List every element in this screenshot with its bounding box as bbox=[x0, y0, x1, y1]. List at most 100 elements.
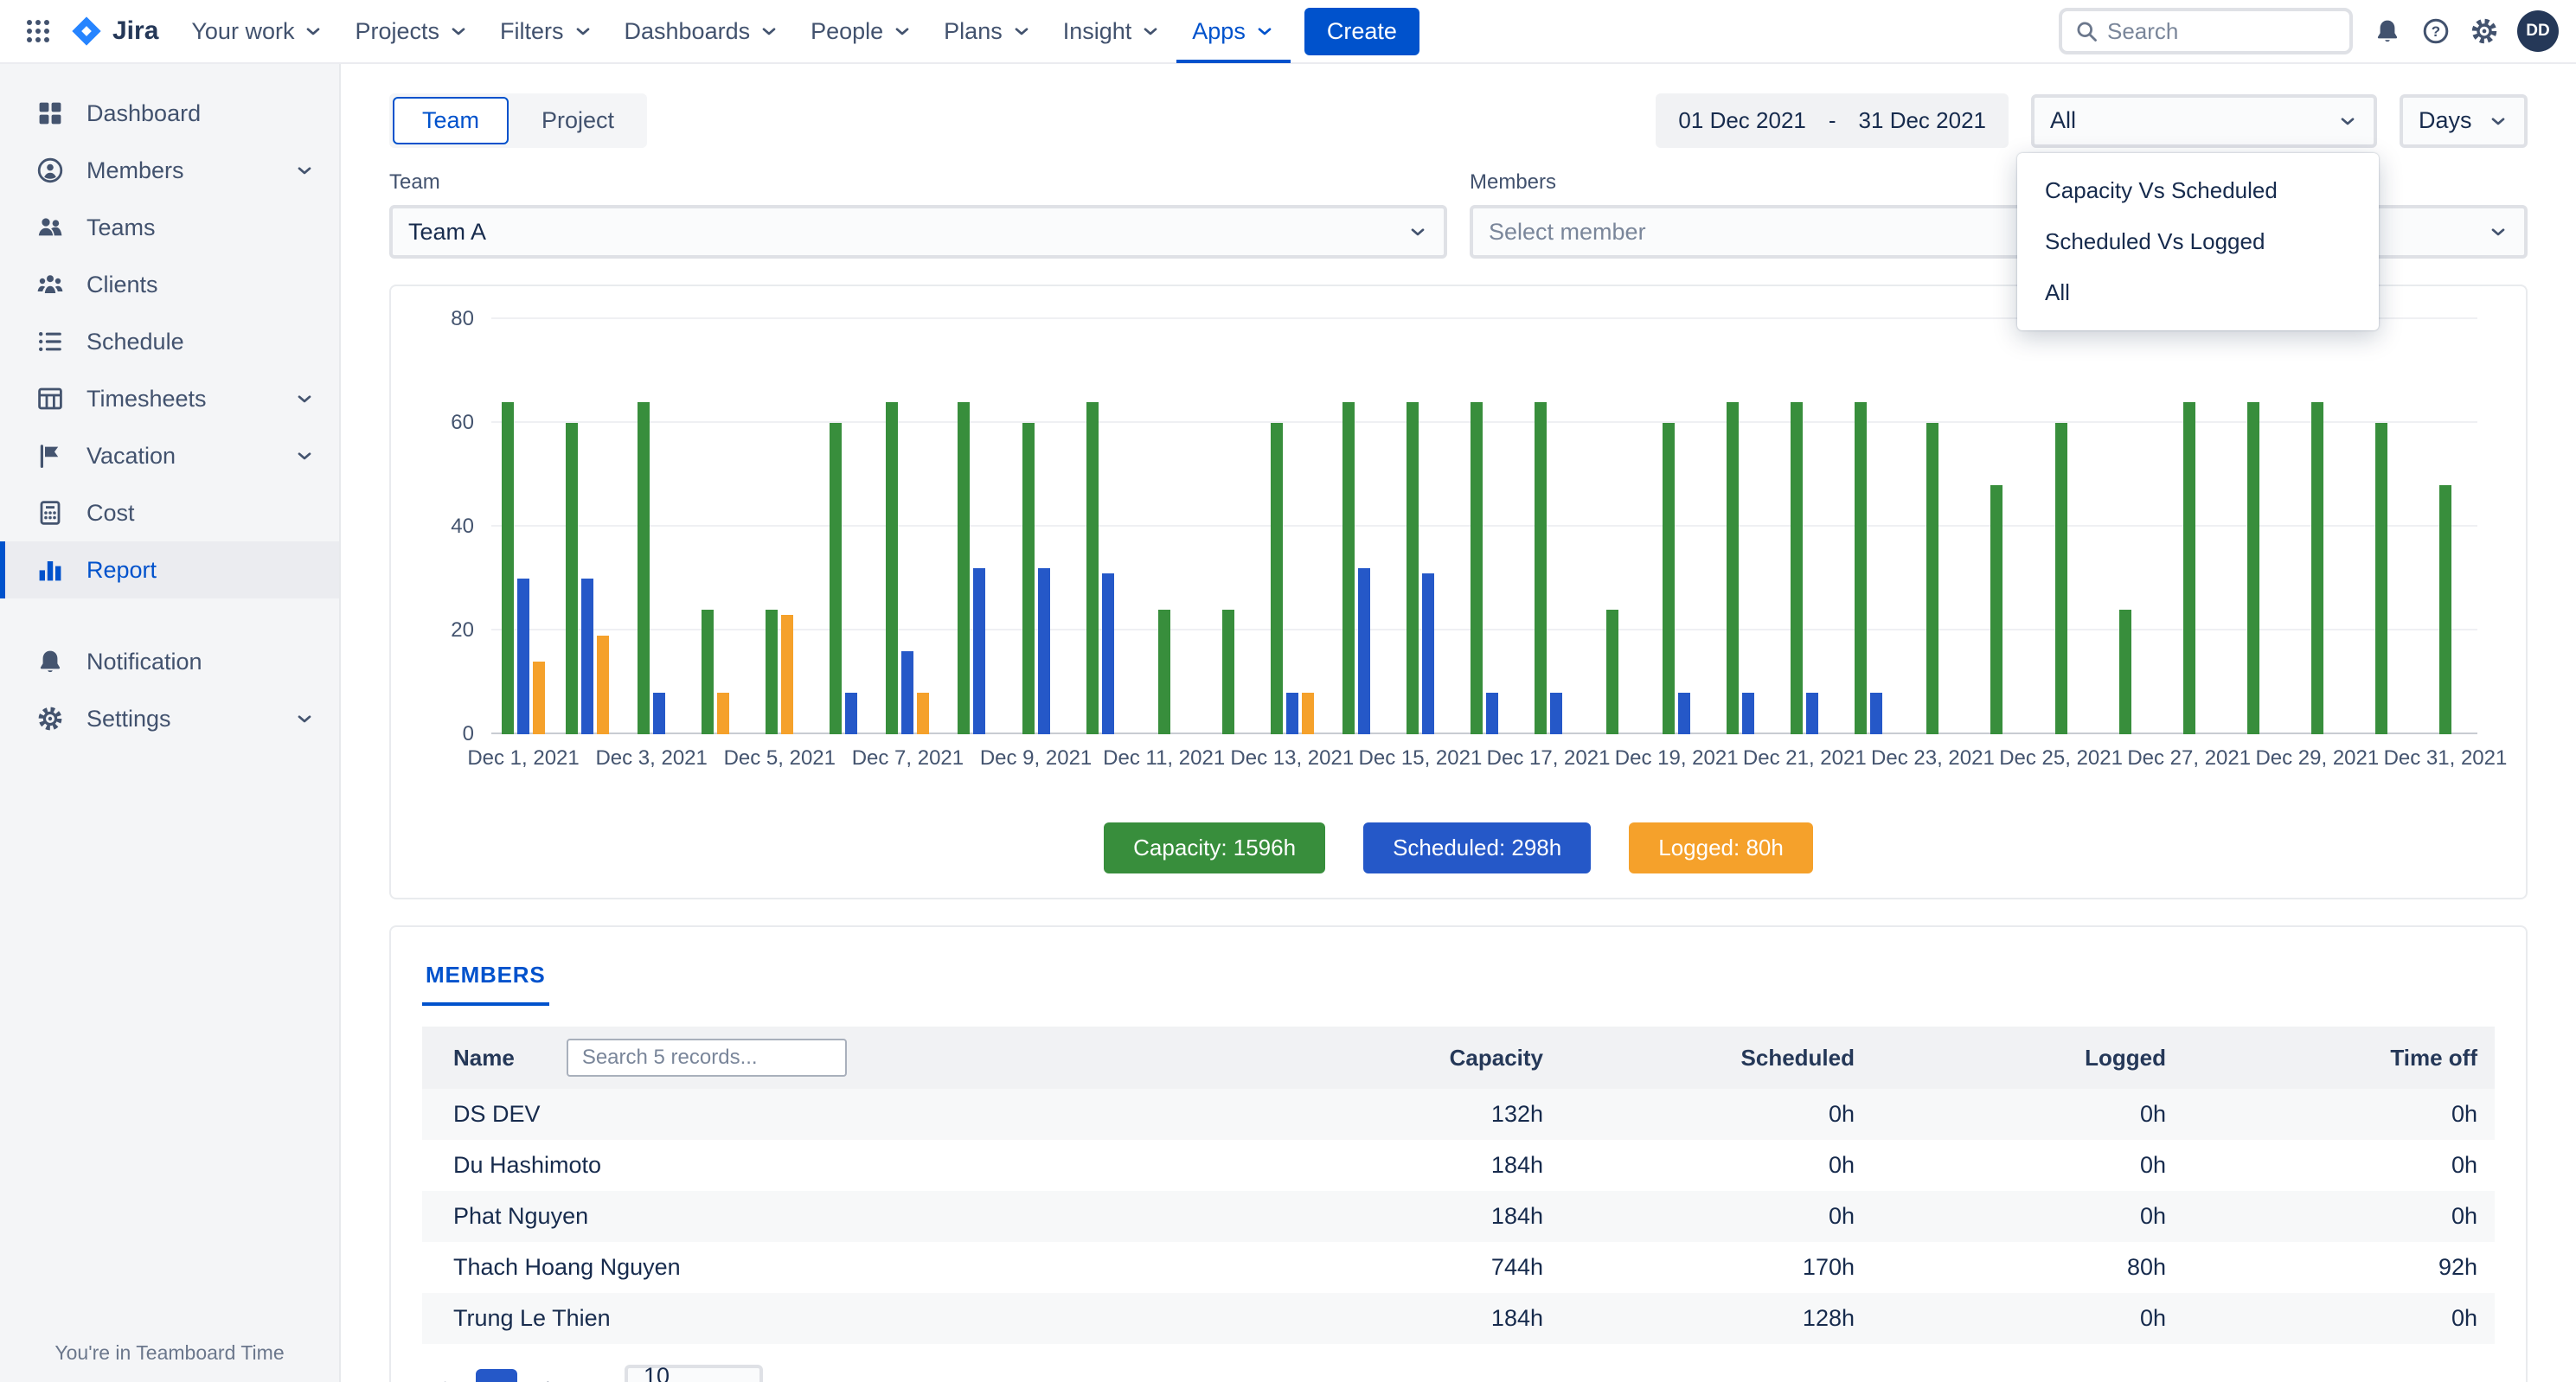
bar-group bbox=[811, 423, 875, 734]
menu-dashboards[interactable]: Dashboards bbox=[609, 0, 796, 63]
app-switcher-button[interactable] bbox=[14, 7, 62, 55]
project-toggle-button[interactable]: Project bbox=[512, 97, 644, 144]
menu-apps[interactable]: Apps bbox=[1176, 0, 1291, 63]
bar-group bbox=[491, 402, 555, 734]
sidebar-item-schedule[interactable]: Schedule bbox=[0, 313, 339, 370]
page-1-button[interactable]: 1 bbox=[476, 1369, 517, 1382]
next-page-button[interactable] bbox=[529, 1369, 571, 1382]
sidebar-item-notification[interactable]: Notification bbox=[0, 633, 339, 690]
dropdown-option-scheduled-vs-logged[interactable]: Scheduled Vs Logged bbox=[2017, 216, 2379, 267]
team-filter-label: Team bbox=[389, 170, 1447, 195]
x-axis-labels: Dec 1, 2021Dec 3, 2021Dec 5, 2021Dec 7, … bbox=[491, 746, 2477, 777]
chevron-right-icon bbox=[538, 1378, 562, 1382]
team-toggle-button[interactable]: Team bbox=[393, 97, 509, 144]
bar-group bbox=[2413, 485, 2477, 734]
sidebar-item-cost[interactable]: Cost bbox=[0, 484, 339, 541]
y-tick-label: 0 bbox=[463, 722, 474, 746]
team-filter: Team Team A bbox=[389, 170, 1447, 259]
help-button[interactable]: ? bbox=[2412, 7, 2460, 55]
menu-label: Apps bbox=[1192, 18, 1246, 45]
search-input[interactable] bbox=[2107, 18, 2349, 45]
rows-per-page-select[interactable]: 10 rows bbox=[625, 1365, 763, 1382]
member-capacity: 132h bbox=[1249, 1089, 1560, 1140]
legend-capacity-button[interactable]: Capacity: 1596h bbox=[1104, 822, 1325, 873]
dropdown-option-capacity-vs-scheduled[interactable]: Capacity Vs Scheduled bbox=[2017, 165, 2379, 216]
sidebar-item-teams[interactable]: Teams bbox=[0, 199, 339, 256]
bar-capacity bbox=[1606, 610, 1618, 734]
notifications-button[interactable] bbox=[2363, 7, 2412, 55]
create-button[interactable]: Create bbox=[1304, 8, 1419, 55]
bar-group bbox=[2285, 402, 2349, 734]
chevron-down-icon bbox=[2337, 111, 2358, 131]
menu-plans[interactable]: Plans bbox=[928, 0, 1048, 63]
chevron-down-icon bbox=[294, 445, 315, 466]
date-range-picker[interactable]: 01 Dec 2021 - 31 Dec 2021 bbox=[1656, 93, 2009, 148]
x-tick-label: Dec 11, 2021 bbox=[1103, 746, 1225, 771]
settings-button[interactable] bbox=[2460, 7, 2509, 55]
bar-group bbox=[2221, 402, 2285, 734]
sidebar-item-report[interactable]: Report bbox=[0, 541, 339, 598]
unit-select[interactable]: Days bbox=[2400, 94, 2528, 148]
sidebar-item-label: Schedule bbox=[87, 329, 184, 355]
jira-logo-text: Jira bbox=[112, 16, 158, 46]
member-timeoff: 0h bbox=[2183, 1089, 2495, 1140]
member-scheduled: 0h bbox=[1560, 1089, 1872, 1140]
bar-group bbox=[2029, 423, 2093, 734]
dashboard-icon bbox=[36, 99, 64, 127]
timesheets-icon bbox=[36, 385, 64, 413]
legend-scheduled-button[interactable]: Scheduled: 298h bbox=[1363, 822, 1591, 873]
bar-group bbox=[939, 402, 1003, 734]
bar-capacity bbox=[2119, 610, 2131, 734]
menu-insight[interactable]: Insight bbox=[1048, 0, 1177, 63]
chevron-down-icon bbox=[1011, 21, 1032, 42]
metric-select[interactable]: All bbox=[2031, 94, 2377, 148]
menu-your-work[interactable]: Your work bbox=[176, 0, 339, 63]
sidebar-item-label: Timesheets bbox=[87, 386, 207, 413]
sidebar-item-vacation[interactable]: Vacation bbox=[0, 427, 339, 484]
x-tick-label: Dec 3, 2021 bbox=[595, 746, 707, 771]
avatar[interactable]: DD bbox=[2517, 10, 2559, 52]
x-tick-label: Dec 7, 2021 bbox=[852, 746, 964, 771]
legend-logged-button[interactable]: Logged: 80h bbox=[1629, 822, 1813, 873]
bar-group bbox=[875, 402, 939, 734]
bar-capacity bbox=[1086, 402, 1099, 734]
y-tick-label: 40 bbox=[451, 515, 474, 539]
sidebar-item-timesheets[interactable]: Timesheets bbox=[0, 370, 339, 427]
member-timeoff: 0h bbox=[2183, 1140, 2495, 1191]
chevron-down-icon bbox=[892, 21, 913, 42]
members-section: MEMBERS Name Capacity Scheduled bbox=[389, 925, 2528, 1382]
sidebar-item-clients[interactable]: Clients bbox=[0, 256, 339, 313]
bar-capacity bbox=[1926, 423, 1938, 734]
global-search[interactable] bbox=[2059, 8, 2353, 54]
bar-capacity bbox=[1727, 402, 1739, 734]
sidebar-item-settings[interactable]: Settings bbox=[0, 690, 339, 747]
sidebar-item-members[interactable]: Members bbox=[0, 142, 339, 199]
bar-scheduled bbox=[1422, 573, 1434, 734]
menu-projects[interactable]: Projects bbox=[339, 0, 484, 63]
menu-label: Dashboards bbox=[625, 18, 751, 45]
bell-icon bbox=[2374, 17, 2401, 45]
pagination: 1 10 rows bbox=[422, 1365, 2495, 1382]
table-search-input[interactable] bbox=[567, 1039, 847, 1077]
team-select[interactable]: Team A bbox=[389, 205, 1447, 259]
chevron-down-icon bbox=[303, 21, 324, 42]
bar-group bbox=[1772, 402, 1836, 734]
bar-capacity bbox=[1791, 402, 1803, 734]
bar-capacity bbox=[2055, 423, 2067, 734]
bar-capacity bbox=[1271, 423, 1283, 734]
dropdown-option-all[interactable]: All bbox=[2017, 267, 2379, 318]
chevron-down-icon bbox=[294, 388, 315, 409]
sidebar-item-dashboard[interactable]: Dashboard bbox=[0, 85, 339, 142]
previous-page-button[interactable] bbox=[422, 1369, 464, 1382]
menu-filters[interactable]: Filters bbox=[484, 0, 609, 63]
chart-bars bbox=[491, 319, 2477, 734]
jira-logo[interactable]: Jira bbox=[62, 14, 176, 48]
sidebar-item-label: Vacation bbox=[87, 443, 176, 470]
bar-scheduled bbox=[581, 579, 593, 734]
sidebar-item-label: Members bbox=[87, 157, 184, 184]
menu-people[interactable]: People bbox=[795, 0, 928, 63]
bar-logged bbox=[781, 615, 793, 734]
bar-capacity bbox=[1990, 485, 2002, 734]
member-scheduled: 0h bbox=[1560, 1140, 1872, 1191]
tab-members[interactable]: MEMBERS bbox=[422, 948, 549, 1006]
